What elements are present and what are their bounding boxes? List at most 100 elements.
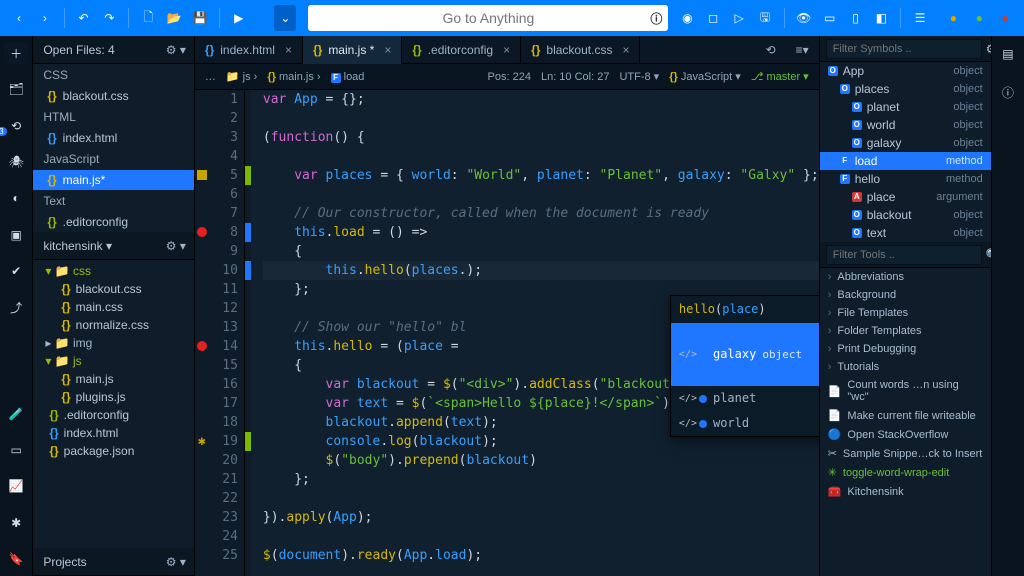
tool-item[interactable]: ✂Sample Snippe…ck to Insert	[820, 444, 991, 463]
tool-item[interactable]: 🧰Kitchensink	[820, 482, 991, 501]
tree-folder[interactable]: ▸ 📁 img	[33, 334, 194, 352]
stop-macro-button[interactable]: ◻	[702, 5, 724, 31]
tool-item[interactable]: 📄Count words …n using "wc"	[820, 376, 991, 406]
terminal-icon[interactable]: ▭	[4, 439, 28, 461]
nav-back-button[interactable]: ‹	[8, 5, 30, 31]
window-minimize-button[interactable]: ●	[942, 5, 964, 31]
tree-file[interactable]: {} package.json	[33, 442, 194, 460]
symbol-item[interactable]: OAppobject	[820, 62, 991, 80]
tool-item[interactable]: 📄Make current file writeable	[820, 406, 991, 425]
show-right-pane-button[interactable]: ▯	[845, 5, 867, 31]
settings-rail-icon[interactable]: ✱	[4, 511, 28, 533]
outline-panel-icon[interactable]: ▣	[4, 224, 28, 246]
bookmark-rail-icon[interactable]: 🔖	[4, 548, 28, 570]
open-file-item[interactable]: {}blackout.css	[33, 86, 194, 106]
save-macro-button[interactable]: 🖫	[754, 5, 776, 31]
tree-file[interactable]: {} .editorconfig	[33, 406, 194, 424]
symbol-item[interactable]: Floadmethod	[820, 152, 991, 170]
redo-button[interactable]: ↷	[99, 5, 121, 31]
line-number-gutter[interactable]: 1234567891011121314151617181920212223242…	[209, 90, 245, 576]
notification-panel-icon[interactable]: ◐	[4, 187, 28, 209]
undo-button[interactable]: ↶	[73, 5, 95, 31]
show-left-pane-button[interactable]: 👁	[793, 5, 815, 31]
project-selector[interactable]: kitchensink ▾	[43, 239, 112, 253]
open-file-item[interactable]: {}main.js*	[33, 170, 194, 190]
symbol-item[interactable]: Otextobject	[820, 224, 991, 242]
places-panel-icon[interactable]: 🗂	[4, 78, 28, 100]
close-icon[interactable]: ×	[384, 43, 391, 57]
symbol-item[interactable]: Ogalaxyobject	[820, 134, 991, 152]
share-panel-icon[interactable]: ⤴	[4, 296, 28, 318]
tool-category[interactable]: ›Tutorials	[820, 358, 991, 376]
debug-panel-icon[interactable]: 🕷	[4, 151, 28, 173]
symbol-item[interactable]: Fhellomethod	[820, 170, 991, 188]
breadcrumb-symbol[interactable]: F load	[331, 71, 365, 83]
tree-file[interactable]: {} plugins.js	[33, 388, 194, 406]
tool-item[interactable]: ✳toggle-word-wrap-edit	[820, 463, 991, 482]
symbols-filter-input[interactable]	[826, 39, 982, 59]
play-macro-button[interactable]: ▷	[728, 5, 750, 31]
branch-selector[interactable]: ⎇ master ▾	[751, 70, 809, 83]
menu-button[interactable]: ☰	[909, 5, 931, 31]
tree-folder[interactable]: ▾ 📁 js	[33, 352, 194, 370]
symbol-item[interactable]: Oworldobject	[820, 116, 991, 134]
new-file-button[interactable]: 🗋	[137, 5, 159, 31]
goto-anything-input[interactable]: ⓘ	[308, 5, 668, 31]
breadcrumb-folder[interactable]: 📁 js ›	[226, 70, 257, 83]
open-file-item[interactable]: {}.editorconfig	[33, 212, 194, 232]
tree-file[interactable]: {} blackout.css	[33, 280, 194, 298]
breadcrumb-file[interactable]: {} main.js ›	[267, 71, 320, 83]
symbol-item[interactable]: Oplanetobject	[820, 98, 991, 116]
info-icon[interactable]: ⓘ	[650, 10, 662, 27]
focus-mode-button[interactable]: ◧	[870, 5, 892, 31]
autocomplete-item[interactable]: </> galaxyobjectsource: buffer, line: 5p…	[671, 323, 819, 386]
projects-gear-icon[interactable]: ⚙ ▾	[166, 555, 186, 569]
tool-category[interactable]: ›Print Debugging	[820, 340, 991, 358]
open-file-item[interactable]: {}index.html	[33, 128, 194, 148]
project-gear-icon[interactable]: ⚙ ▾	[166, 239, 186, 253]
marker-gutter[interactable]: ✱	[195, 90, 209, 576]
open-files-gear-icon[interactable]: ⚙ ▾	[166, 43, 186, 57]
tools-filter-input[interactable]	[826, 245, 982, 265]
run-button[interactable]: ▶	[228, 5, 250, 31]
tree-file[interactable]: {} main.css	[33, 298, 194, 316]
encoding-selector[interactable]: UTF-8 ▾	[619, 70, 659, 83]
editor-tab[interactable]: {}main.js *×	[303, 36, 402, 64]
nav-forward-button[interactable]: ›	[34, 5, 56, 31]
close-icon[interactable]: ×	[622, 43, 629, 57]
vcs-panel-icon[interactable]: ⟲3	[4, 115, 28, 137]
close-icon[interactable]: ×	[285, 43, 292, 57]
chart-icon[interactable]: 📈	[4, 475, 28, 497]
record-macro-button[interactable]: ◉	[676, 5, 698, 31]
open-files-header[interactable]: Open Files: 4	[43, 43, 114, 57]
language-selector[interactable]: {} JavaScript ▾	[669, 70, 741, 83]
tree-folder[interactable]: ▾ 📁 css	[33, 262, 194, 280]
new-tab-button[interactable]: ＋	[4, 42, 28, 64]
lab-icon[interactable]: 🧪	[4, 402, 28, 424]
run-dropdown[interactable]: ⌄	[274, 5, 296, 31]
symbol-item[interactable]: Aplaceargument	[820, 188, 991, 206]
autocomplete-item[interactable]: </> planetobject	[671, 386, 819, 411]
projects-footer[interactable]: Projects	[43, 555, 86, 569]
tool-category[interactable]: ›Background	[820, 286, 991, 304]
tree-file[interactable]: {} index.html	[33, 424, 194, 442]
info-rail-icon[interactable]: ⓘ	[996, 80, 1020, 104]
tree-file[interactable]: {} normalize.css	[33, 316, 194, 334]
show-bottom-pane-button[interactable]: ▭	[819, 5, 841, 31]
goto-anything-field[interactable]	[308, 10, 668, 26]
tool-item[interactable]: 🔵Open StackOverflow	[820, 425, 991, 444]
editor-tab[interactable]: {}index.html×	[195, 36, 303, 64]
window-close-button[interactable]: ●	[994, 5, 1016, 31]
tool-category[interactable]: ›Folder Templates	[820, 322, 991, 340]
autocomplete-item[interactable]: </> worldobject	[671, 411, 819, 436]
tab-history-button[interactable]: ⟲	[756, 36, 786, 64]
editor-tab[interactable]: {}blackout.css×	[521, 36, 640, 64]
tree-file[interactable]: {} main.js	[33, 370, 194, 388]
tab-list-button[interactable]: ≡▾	[786, 36, 819, 64]
symbol-item[interactable]: Oplacesobject	[820, 80, 991, 98]
window-maximize-button[interactable]: ●	[968, 5, 990, 31]
symbol-item[interactable]: Oblackoutobject	[820, 206, 991, 224]
close-icon[interactable]: ×	[503, 43, 510, 57]
open-file-button[interactable]: 📂	[163, 5, 185, 31]
minimap-toggle-icon[interactable]: ▤	[996, 42, 1020, 66]
